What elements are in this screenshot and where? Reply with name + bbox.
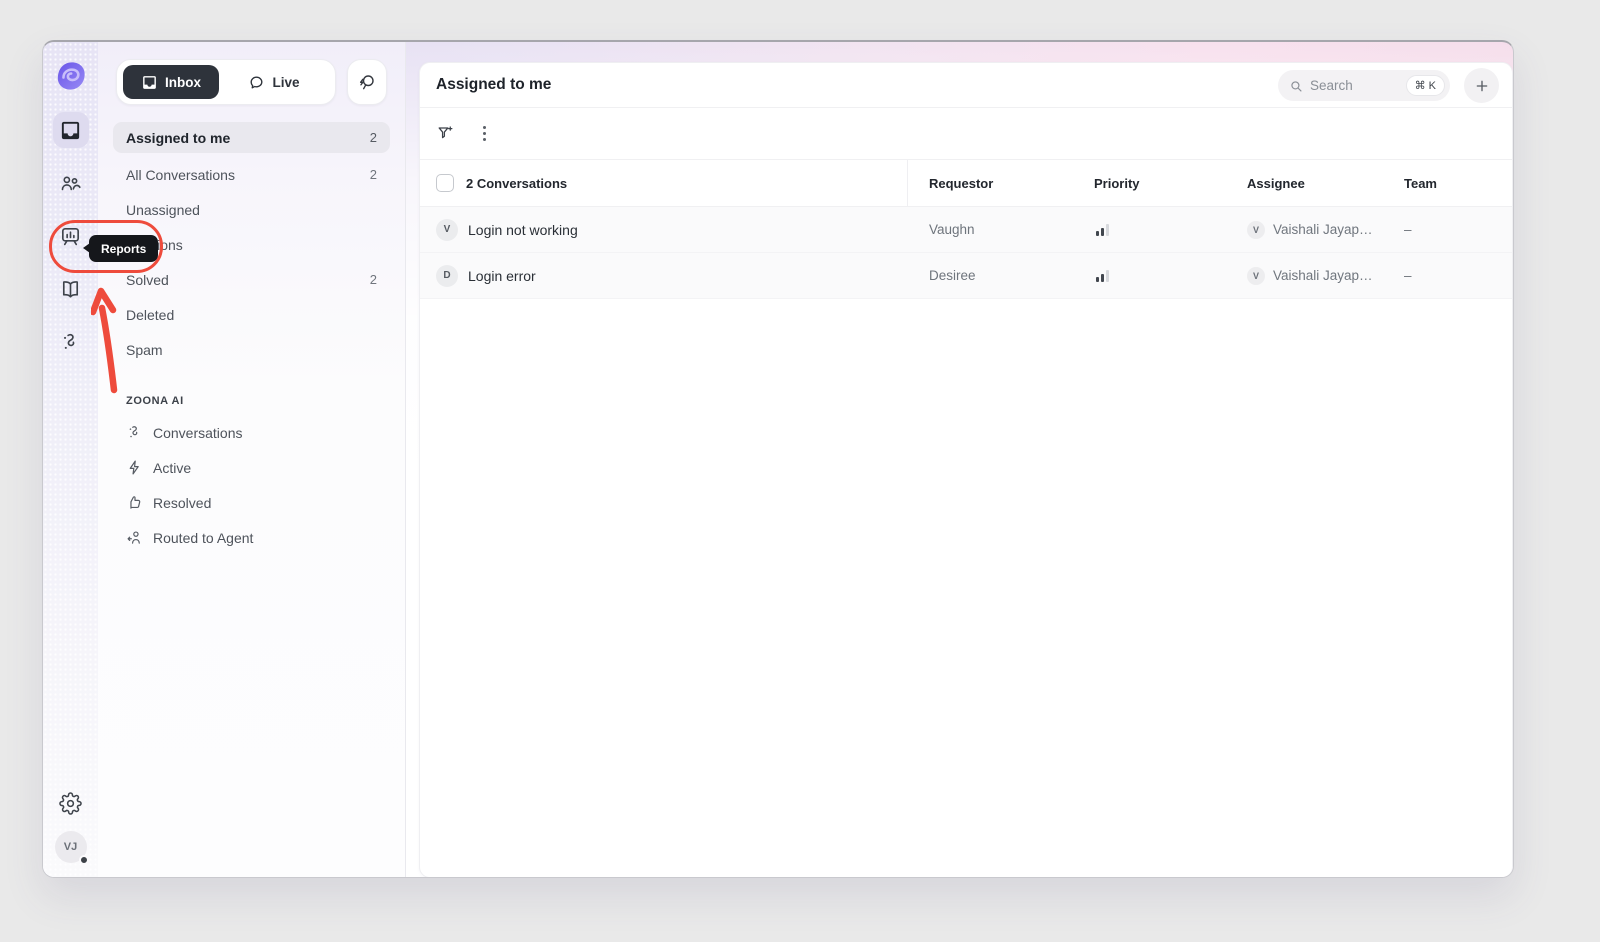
column-header-requestor[interactable]: Requestor bbox=[929, 176, 993, 191]
ai-item-conversations[interactable]: Conversations bbox=[113, 415, 390, 450]
zoona-ai-section-label: ZOONA AI bbox=[126, 395, 377, 407]
table-row[interactable]: V Login not working Vaughn V Vaishali Ja… bbox=[420, 207, 1512, 253]
person-arrow-icon bbox=[126, 529, 143, 546]
inbox-live-tabs: Inbox Live bbox=[116, 59, 336, 105]
requestor-name: Vaughn bbox=[929, 222, 975, 237]
nav-label: Deleted bbox=[126, 307, 174, 323]
nav-count: 2 bbox=[370, 272, 377, 287]
rail-knowledge-base-icon[interactable] bbox=[53, 271, 89, 307]
ai-item-active[interactable]: Active bbox=[113, 450, 390, 485]
search-icon bbox=[1289, 79, 1303, 93]
tab-inbox[interactable]: Inbox bbox=[123, 65, 219, 99]
selection-header: 2 Conversations bbox=[466, 176, 567, 191]
app-window: VJ Inbox Live bbox=[42, 40, 1514, 878]
more-options-icon[interactable] bbox=[481, 124, 488, 143]
table-toolbar bbox=[420, 108, 1512, 160]
ai-item-label: Resolved bbox=[153, 495, 211, 511]
plus-icon bbox=[1474, 78, 1490, 94]
rail-zoona-ai-icon[interactable] bbox=[53, 324, 89, 360]
nav-count: 2 bbox=[370, 130, 377, 145]
priority-medium-icon bbox=[1096, 224, 1109, 236]
nav-label: All Conversations bbox=[126, 167, 235, 183]
tab-inbox-label: Inbox bbox=[165, 75, 201, 90]
nav-label: Assigned to me bbox=[126, 130, 230, 146]
requestor-avatar: D bbox=[436, 265, 458, 287]
ai-assist-button[interactable] bbox=[347, 59, 387, 105]
assignee-cell: V Vaishali Jayap… bbox=[1247, 221, 1373, 239]
assignee-name: Vaishali Jayap… bbox=[1273, 268, 1373, 283]
select-all-checkbox[interactable] bbox=[436, 174, 454, 192]
assignee-name: Vaishali Jayap… bbox=[1273, 222, 1373, 237]
user-avatar[interactable]: VJ bbox=[55, 831, 87, 863]
ai-item-routed-to-agent[interactable]: Routed to Agent bbox=[113, 520, 390, 555]
chat-bubble-icon bbox=[248, 74, 265, 91]
column-header-assignee[interactable]: Assignee bbox=[1247, 176, 1305, 191]
ai-item-label: Active bbox=[153, 460, 191, 476]
nav-item-assigned-to-me[interactable]: Assigned to me 2 bbox=[113, 122, 390, 153]
nav-label: Solved bbox=[126, 272, 169, 288]
nav-label: Unassigned bbox=[126, 202, 200, 218]
rail-teams-icon[interactable] bbox=[53, 165, 89, 201]
conversation-title: Login not working bbox=[468, 222, 578, 238]
conversation-title: Login error bbox=[468, 268, 536, 284]
filter-add-icon[interactable] bbox=[436, 124, 455, 143]
ai-assist-icon bbox=[357, 72, 377, 92]
nav-item-solved[interactable]: Solved 2 bbox=[113, 262, 390, 297]
new-conversation-button[interactable] bbox=[1464, 68, 1499, 103]
assignee-cell: V Vaishali Jayap… bbox=[1247, 267, 1373, 285]
search-shortcut-badge: ⌘ K bbox=[1406, 75, 1445, 96]
main-panel: Assigned to me ⌘ K bbox=[419, 62, 1513, 878]
team-value: – bbox=[1404, 222, 1412, 237]
table-row[interactable]: D Login error Desiree V Vaishali Jayap… … bbox=[420, 253, 1512, 299]
tabs-row: Inbox Live bbox=[116, 59, 387, 105]
rail-inbox-icon[interactable] bbox=[53, 112, 89, 148]
table-header-row: 2 Conversations Requestor Priority Assig… bbox=[420, 160, 1512, 207]
ai-item-label: Conversations bbox=[153, 425, 243, 441]
nav-item-spam[interactable]: Spam bbox=[113, 332, 390, 367]
reports-tooltip: Reports bbox=[89, 235, 158, 262]
main-header: Assigned to me ⌘ K bbox=[420, 63, 1512, 108]
icon-rail: VJ bbox=[43, 42, 98, 877]
squiggle-icon bbox=[126, 424, 143, 441]
column-header-team[interactable]: Team bbox=[1404, 176, 1437, 191]
status-dot bbox=[79, 855, 89, 865]
lightning-icon bbox=[126, 459, 143, 476]
nav-item-unassigned[interactable]: Unassigned bbox=[113, 192, 390, 227]
nav-label: Spam bbox=[126, 342, 163, 358]
column-header-priority[interactable]: Priority bbox=[1094, 176, 1140, 191]
tab-live-label: Live bbox=[272, 75, 299, 90]
user-initials: VJ bbox=[64, 841, 77, 853]
assignee-avatar: V bbox=[1247, 221, 1265, 239]
ai-item-label: Routed to Agent bbox=[153, 530, 253, 546]
tab-live[interactable]: Live bbox=[219, 65, 329, 99]
ai-item-resolved[interactable]: Resolved bbox=[113, 485, 390, 520]
assignee-avatar: V bbox=[1247, 267, 1265, 285]
zoona-logo-icon[interactable] bbox=[55, 60, 87, 92]
priority-medium-icon bbox=[1096, 270, 1109, 282]
requestor-avatar: V bbox=[436, 219, 458, 241]
nav-item-all-conversations[interactable]: All Conversations 2 bbox=[113, 157, 390, 192]
conversation-list-panel: Inbox Live Assigned to me bbox=[98, 42, 406, 877]
conversations-table: 2 Conversations Requestor Priority Assig… bbox=[420, 160, 1512, 299]
nav-count: 2 bbox=[370, 167, 377, 182]
settings-gear-icon[interactable] bbox=[53, 785, 89, 821]
search-input[interactable] bbox=[1310, 78, 1399, 93]
nav-item-deleted[interactable]: Deleted bbox=[113, 297, 390, 332]
team-value: – bbox=[1404, 268, 1412, 283]
search-bar[interactable]: ⌘ K bbox=[1278, 70, 1450, 101]
requestor-name: Desiree bbox=[929, 268, 976, 283]
page-title: Assigned to me bbox=[436, 76, 551, 94]
thumbs-up-icon bbox=[126, 494, 143, 511]
inbox-icon bbox=[141, 74, 158, 91]
inbox-nav: Assigned to me 2 All Conversations 2 Una… bbox=[113, 122, 390, 555]
